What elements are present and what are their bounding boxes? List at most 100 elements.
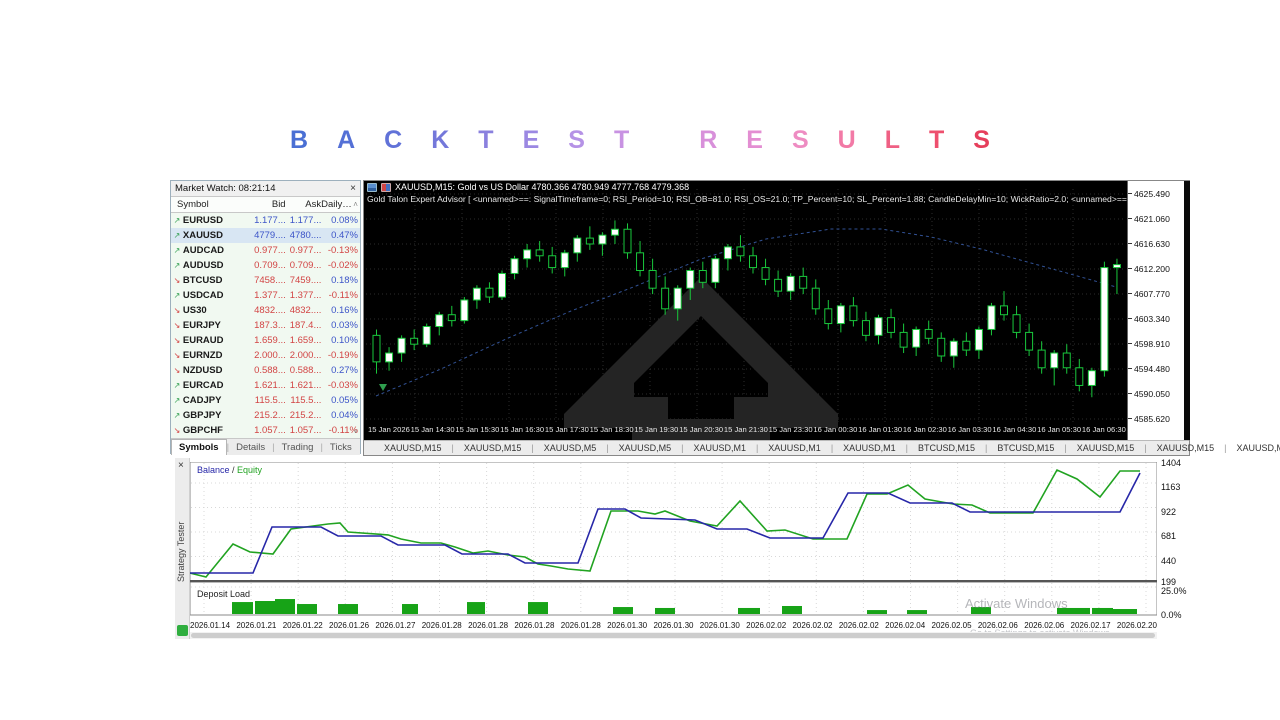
market-watch-tab-details[interactable]: Details <box>229 439 272 455</box>
chart-tab-3[interactable]: XAUUSD,M5 <box>609 443 682 453</box>
symbol-row-us30[interactable]: ↘ US30 4832.... 4832.... 0.16% <box>171 303 360 318</box>
ask-value: 187.4... <box>289 320 322 331</box>
symbol-row-xauusd[interactable]: ↗ XAUUSD 4779.... 4780.... 0.47% <box>171 228 360 243</box>
bid-value: 4779.... <box>254 230 286 241</box>
symbol-name: US30 <box>182 305 207 316</box>
scroll-up-icon[interactable]: ˄ <box>351 200 360 209</box>
symbol-name: EURAUD <box>182 335 224 346</box>
price-tick <box>1128 193 1132 194</box>
price-label: 4607.770 <box>1134 289 1170 299</box>
time-label: 16 Jan 00:30 <box>813 425 858 434</box>
title-letter: S <box>568 126 585 154</box>
legend-equity: Equity <box>237 465 263 475</box>
chart-tab-6[interactable]: XAUUSD,M1 <box>833 443 906 453</box>
symbol-row-eurusd[interactable]: ↗ EURUSD 1.177... 1.177... 0.08% <box>171 213 360 228</box>
symbol-row-eurjpy[interactable]: ↘ EURJPY 187.3... 187.4... 0.03% <box>171 318 360 333</box>
trend-down-icon: ↘ <box>173 336 181 345</box>
title-letter: T <box>613 126 630 154</box>
ask-value: 215.2... <box>289 410 322 421</box>
legend-balance: Balance <box>197 465 230 475</box>
symbol-row-btcusd[interactable]: ↘ BTCUSD 7458.... 7459.... 0.18% <box>171 273 360 288</box>
price-tick <box>1128 243 1132 244</box>
symbol-row-audusd[interactable]: ↗ AUDUSD 0.709... 0.709... -0.02% <box>171 258 360 273</box>
chart-tab-5[interactable]: XAUUSD,M1 <box>758 443 831 453</box>
time-label: 16 Jan 01:30 <box>858 425 903 434</box>
scroll-down-icon[interactable]: ˅ <box>351 428 360 438</box>
chart-tab-7[interactable]: BTCUSD,M15 <box>908 443 985 453</box>
tester-vertical-label[interactable]: Strategy Tester <box>176 482 186 622</box>
horizontal-scrollbar[interactable] <box>190 632 1157 639</box>
balance-axis-label: 681 <box>1161 531 1177 541</box>
symbol-row-eurnzd[interactable]: ↘ EURNZD 2.000... 2.000... -0.19% <box>171 348 360 363</box>
chart-tab-9[interactable]: XAUUSD,M15 <box>1067 443 1145 453</box>
trend-up-icon: ↗ <box>173 246 181 255</box>
time-axis: 15 Jan 2026 15 Jan 14:30 15 Jan 15:30 15 Ja… <box>368 425 1126 434</box>
chart-tab-1[interactable]: XAUUSD,M15 <box>454 443 532 453</box>
symbol-name: EURJPY <box>182 320 221 331</box>
trend-down-icon: ↘ <box>173 321 181 330</box>
time-label: 16 Jan 04:30 <box>992 425 1037 434</box>
symbol-name: CADJPY <box>182 395 222 406</box>
trend-down-icon: ↘ <box>173 306 181 315</box>
symbol-name: AUDCAD <box>182 245 225 256</box>
ask-value: 1.057... <box>289 425 322 436</box>
date-label: 2026.02.02 <box>746 621 787 630</box>
price-label: 4603.340 <box>1134 314 1170 324</box>
symbol-row-cadjpy[interactable]: ↗ CADJPY 115.5... 115.5... 0.05% <box>171 393 360 408</box>
price-label: 4598.910 <box>1134 339 1170 349</box>
time-label: 15 Jan 14:30 <box>410 425 455 434</box>
trend-up-icon: ↗ <box>173 396 181 405</box>
title-letter: C <box>384 126 403 154</box>
symbol-row-eurcad[interactable]: ↗ EURCAD 1.621... 1.621... -0.03% <box>171 378 360 393</box>
price-label: 4594.480 <box>1134 364 1170 374</box>
chart-bars-icon <box>367 182 377 192</box>
candlestick-chart[interactable] <box>364 181 1189 440</box>
ask-value: 4780.... <box>289 230 322 241</box>
chart-titlebar: XAUUSD,M15: Gold vs US Dollar 4780.366 4… <box>367 182 689 192</box>
symbol-list: ↗ EURUSD 1.177... 1.177... 0.08% ↗ XAUUSD 4779.… <box>171 213 360 438</box>
symbol-row-audcad[interactable]: ↗ AUDCAD 0.977... 0.977... -0.13% <box>171 243 360 258</box>
chart-tab-4[interactable]: XAUUSD,M1 <box>683 443 756 453</box>
time-label: 15 Jan 23:30 <box>768 425 813 434</box>
market-watch-tab-trading[interactable]: Trading <box>275 439 321 455</box>
symbol-row-nzdusd[interactable]: ↘ NZDUSD 0.588... 0.588... 0.27% <box>171 363 360 378</box>
close-icon[interactable]: × <box>350 183 356 194</box>
title-letter: L <box>884 126 900 154</box>
bid-value: 7458.... <box>254 275 286 286</box>
title-letter: A <box>337 126 356 154</box>
scrollbar-thumb[interactable] <box>191 633 1155 638</box>
title-letter: K <box>431 126 450 154</box>
chart-tab-11[interactable]: XAUUSD,M <box>1226 443 1280 453</box>
market-watch-tab-symbols[interactable]: Symbols <box>171 439 227 455</box>
symbol-name: XAUUSD <box>182 230 223 241</box>
symbol-row-usdcad[interactable]: ↗ USDCAD 1.377... 1.377... -0.11% <box>171 288 360 303</box>
symbol-row-euraud[interactable]: ↘ EURAUD 1.659... 1.659... 0.10% <box>171 333 360 348</box>
close-icon[interactable]: × <box>178 460 184 471</box>
ea-parameters: Gold Talon Expert Advisor [ <unnamed>==:… <box>367 194 1127 204</box>
bid-value: 1.659... <box>254 335 286 346</box>
date-label: 2026.02.02 <box>838 621 879 630</box>
price-label: 4612.200 <box>1134 264 1170 274</box>
market-watch-titlebar: Market Watch: 08:21:14 × <box>171 181 360 197</box>
bid-value: 1.621... <box>254 380 286 391</box>
symbol-name: USDCAD <box>182 290 224 301</box>
symbol-row-gbpchf[interactable]: ↘ GBPCHF 1.057... 1.057... -0.11% <box>171 423 360 438</box>
symbol-name: GBPJPY <box>182 410 222 421</box>
chart-tab-2[interactable]: XAUUSD,M5 <box>534 443 607 453</box>
column-symbol[interactable]: Symbol <box>171 199 248 210</box>
chart-tab-10[interactable]: XAUUSD,M15 <box>1147 443 1225 453</box>
market-watch-scrollbar[interactable]: ˅ <box>351 213 360 438</box>
chart-tab-8[interactable]: BTCUSD,M15 <box>987 443 1064 453</box>
market-watch-tab-ticks[interactable]: Ticks <box>323 439 359 455</box>
symbol-row-gbpjpy[interactable]: ↗ GBPJPY 215.2... 215.2... 0.04% <box>171 408 360 423</box>
column-bid[interactable]: Bid <box>248 199 286 210</box>
trend-up-icon: ↗ <box>173 231 181 240</box>
ask-value: 1.177... <box>289 215 322 226</box>
symbol-name: AUDUSD <box>182 260 224 271</box>
chart-tab-bar: XAUUSD,M15 | XAUUSD,M15 | XAUUSD,M5 | XAUUSD,M… <box>364 440 1280 455</box>
title-letter: R <box>699 126 718 154</box>
column-daily[interactable]: Daily… <box>321 199 352 210</box>
time-label: 15 Jan 20:30 <box>679 425 724 434</box>
column-ask[interactable]: Ask <box>286 199 321 210</box>
chart-tab-0[interactable]: XAUUSD,M15 <box>374 443 452 453</box>
